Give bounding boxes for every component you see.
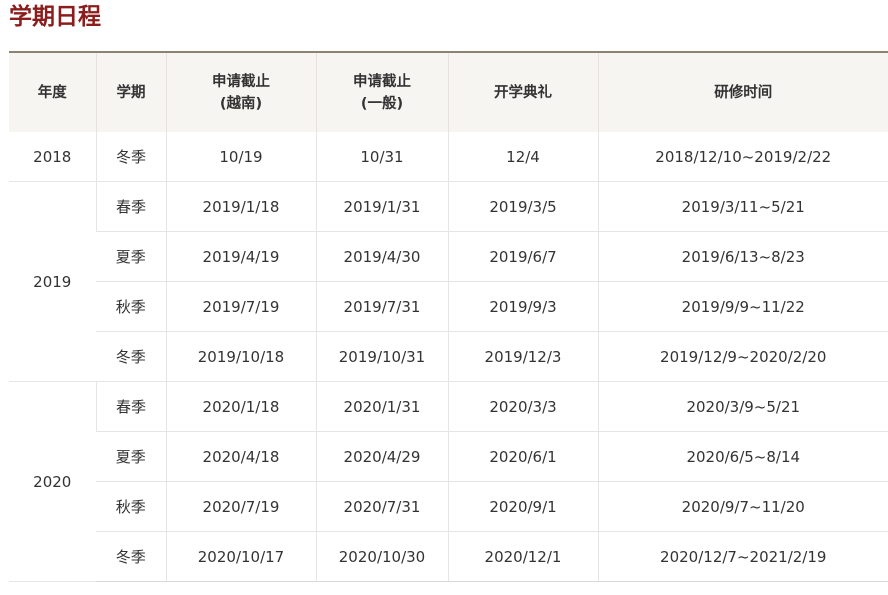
period-cell: 2020/9/7~11/20 [597, 481, 888, 532]
term-cell: 冬季 [95, 132, 166, 182]
opening-cell: 2020/9/1 [447, 481, 598, 532]
table-row: 2020 春季 2020/1/18 2020/1/31 2020/3/3 202… [9, 381, 888, 582]
period-cell: 2018/12/10~2019/2/22 [597, 132, 888, 182]
header-deadline-general-line1: 申请截止 [353, 73, 411, 90]
header-opening-ceremony: 开学典礼 [447, 51, 598, 132]
year-cell: 2018 [9, 132, 96, 182]
opening-cell: 12/4 [447, 132, 598, 182]
header-term: 学期 [95, 51, 166, 132]
opening-cell: 2020/12/1 [447, 531, 598, 582]
table-row: 秋季 2019/7/19 2019/7/31 2019/9/3 2019/9/9… [9, 281, 888, 332]
period-cell: 2019/9/9~11/22 [597, 281, 888, 332]
term-cell: 夏季 [96, 431, 166, 482]
header-deadline-general-line2: (一般) [360, 95, 404, 112]
term-cell: 冬季 [96, 331, 166, 382]
opening-cell: 2019/9/3 [447, 281, 598, 332]
page-title: 学期日程 [9, 4, 101, 30]
deadline-vietnam-cell: 2019/7/19 [165, 281, 316, 332]
header-training-period: 研修时间 [597, 51, 888, 132]
opening-cell: 2020/3/3 [447, 381, 598, 432]
opening-cell: 2019/6/7 [447, 231, 598, 282]
term-cell: 秋季 [96, 481, 166, 532]
schedule-table: 年度 学期 申请截止 (越南) 申请截止 (一般) 开学典礼 研修时间 2018… [9, 51, 888, 582]
period-cell: 2019/6/13~8/23 [597, 231, 888, 282]
term-cell: 夏季 [96, 231, 166, 282]
deadline-general-cell: 2019/10/31 [315, 331, 448, 382]
table-row: 2018 冬季 10/19 10/31 12/4 2018/12/10~2019… [9, 132, 888, 182]
year-cell: 2019 [9, 181, 96, 382]
deadline-vietnam-cell: 10/19 [165, 132, 316, 182]
deadline-general-cell: 2019/1/31 [315, 181, 448, 232]
table-row: 秋季 2020/7/19 2020/7/31 2020/9/1 2020/9/7… [9, 481, 888, 532]
header-deadline-vietnam-line2: (越南) [219, 95, 263, 112]
deadline-vietnam-cell: 2020/4/18 [165, 431, 316, 482]
header-deadline-general: 申请截止 (一般) [315, 51, 448, 132]
deadline-general-cell: 10/31 [315, 132, 448, 182]
deadline-vietnam-cell: 2020/7/19 [165, 481, 316, 532]
opening-cell: 2019/3/5 [447, 181, 598, 232]
period-cell: 2020/12/7~2021/2/19 [597, 531, 888, 582]
header-deadline-vietnam-line1: 申请截止 [212, 73, 270, 90]
table-row: 冬季 2019/10/18 2019/10/31 2019/12/3 2019/… [9, 331, 888, 382]
header-row: 年度 学期 申请截止 (越南) 申请截止 (一般) 开学典礼 研修时间 [9, 51, 888, 132]
deadline-general-cell: 2019/4/30 [315, 231, 448, 282]
term-cell: 秋季 [96, 281, 166, 332]
period-cell: 2020/6/5~8/14 [597, 431, 888, 482]
deadline-general-cell: 2020/1/31 [315, 381, 448, 432]
period-cell: 2020/3/9~5/21 [597, 381, 888, 432]
header-deadline-vietnam: 申请截止 (越南) [165, 51, 316, 132]
table-row: 冬季 2020/10/17 2020/10/30 2020/12/1 2020/… [9, 531, 888, 582]
deadline-vietnam-cell: 2019/1/18 [165, 181, 316, 232]
term-cell: 冬季 [96, 531, 166, 582]
deadline-general-cell: 2020/10/30 [315, 531, 448, 582]
deadline-general-cell: 2019/7/31 [315, 281, 448, 332]
header-year: 年度 [9, 51, 96, 132]
term-cell: 春季 [95, 381, 166, 432]
deadline-vietnam-cell: 2020/1/18 [165, 381, 316, 432]
table-row: 夏季 2020/4/18 2020/4/29 2020/6/1 2020/6/5… [9, 431, 888, 482]
opening-cell: 2019/12/3 [447, 331, 598, 382]
table-row: 夏季 2019/4/19 2019/4/30 2019/6/7 2019/6/1… [9, 231, 888, 282]
deadline-vietnam-cell: 2019/10/18 [165, 331, 316, 382]
table-row: 2019 春季 2019/1/18 2019/1/31 2019/3/5 201… [9, 181, 888, 382]
deadline-general-cell: 2020/4/29 [315, 431, 448, 482]
term-cell: 春季 [95, 181, 166, 232]
period-cell: 2019/12/9~2020/2/20 [597, 331, 888, 382]
deadline-vietnam-cell: 2020/10/17 [165, 531, 316, 582]
period-cell: 2019/3/11~5/21 [597, 181, 888, 232]
deadline-vietnam-cell: 2019/4/19 [165, 231, 316, 282]
year-cell: 2020 [9, 381, 96, 582]
opening-cell: 2020/6/1 [447, 431, 598, 482]
deadline-general-cell: 2020/7/31 [315, 481, 448, 532]
